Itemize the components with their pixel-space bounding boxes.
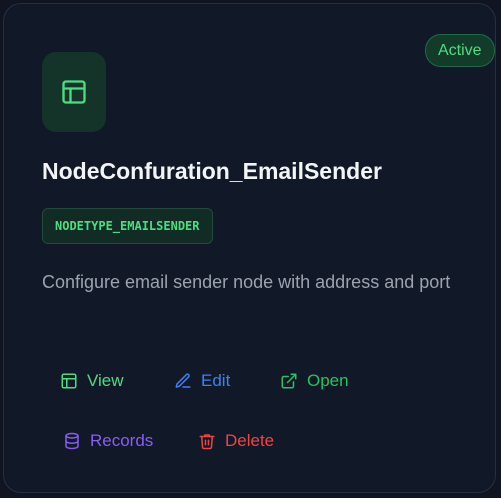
layout-icon [62,80,86,104]
delete-button[interactable]: Delete [188,426,284,456]
trash-icon [199,434,215,450]
view-button[interactable]: View [50,366,134,396]
database-icon [65,432,79,450]
status-badge: Active [425,34,495,67]
edit-icon [175,373,191,388]
view-label: View [87,371,124,390]
page-title: NodeConfuration_EmailSender [42,158,382,184]
edit-label: Edit [201,371,231,390]
node-config-card: Active NodeConfuration_EmailSender NODET… [3,3,496,493]
delete-label: Delete [225,431,275,450]
open-button[interactable]: Open [270,366,359,396]
external-link-icon [281,373,297,389]
records-label: Records [90,431,154,450]
records-button[interactable]: Records [53,426,163,456]
node-type-code-badge: NODETYPE_EMAILSENDER [42,208,213,244]
edit-button[interactable]: Edit [164,366,240,396]
description-text: Configure email sender node with address… [42,272,451,292]
node-type-icon-box [42,52,106,132]
open-label: Open [307,371,349,390]
layout-icon [61,373,77,389]
